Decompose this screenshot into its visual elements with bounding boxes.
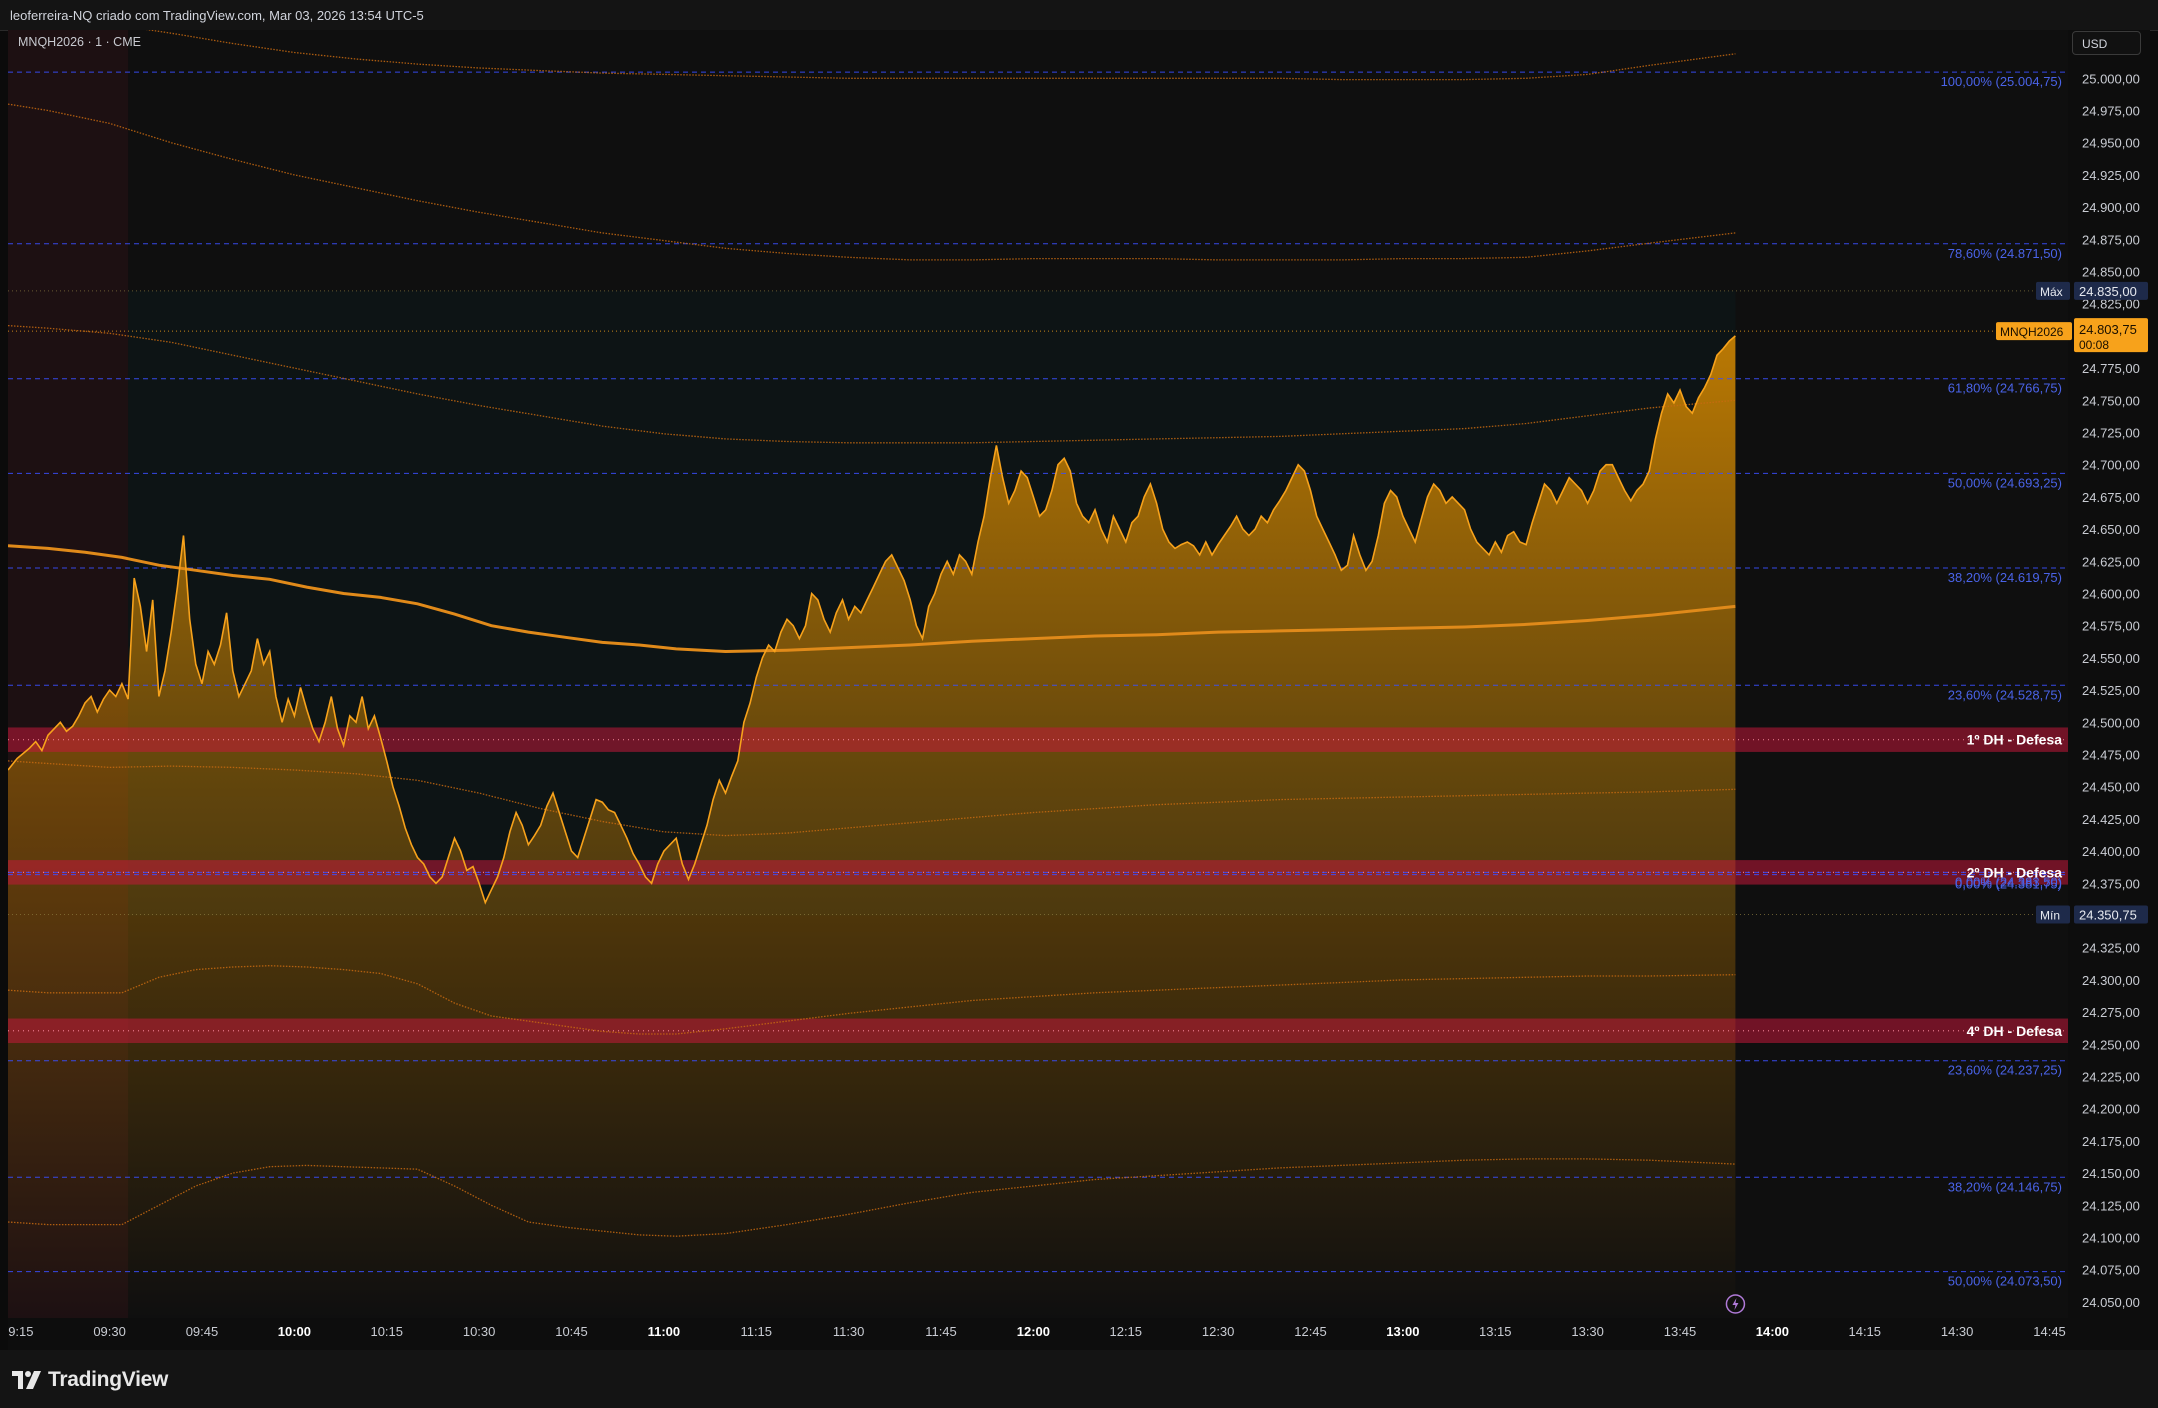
time-tick-label: 11:15 — [740, 1324, 772, 1339]
price-tick-label: 24.725,00 — [2082, 426, 2140, 441]
time-tick-label: 10:15 — [370, 1324, 403, 1339]
time-tick-label: 14:00 — [1756, 1324, 1789, 1339]
time-tick-label: 14:45 — [2033, 1324, 2066, 1339]
price-tick-label: 24.400,00 — [2082, 844, 2140, 859]
price-chart[interactable]: 100,00% (25.004,75) 78,60% (24.871,50) 61,… — [8, 30, 2150, 1350]
price-tick-label: 24.300,00 — [2082, 973, 2140, 988]
time-tick-label: 10:00 — [278, 1324, 311, 1339]
price-tick-label: 24.425,00 — [2082, 812, 2140, 827]
price-tick-label: 24.975,00 — [2082, 104, 2140, 119]
tradingview-logo-icon — [12, 1369, 42, 1391]
price-tick-label: 24.650,00 — [2082, 522, 2140, 537]
price-tick-label: 24.150,00 — [2082, 1166, 2140, 1181]
time-tick-label: 13:30 — [1571, 1324, 1604, 1339]
price-tick-label: 24.575,00 — [2082, 619, 2140, 634]
price-tick-label: 24.675,00 — [2082, 490, 2140, 505]
price-tick-label: 24.325,00 — [2082, 941, 2140, 956]
fib-level-label: 23,60% (24.528,75) — [1948, 687, 2062, 702]
price-tick-label: 24.100,00 — [2082, 1231, 2140, 1246]
price-tick-label: 24.525,00 — [2082, 683, 2140, 698]
chart-header: leoferreira-NQ criado com TradingView.co… — [0, 0, 2158, 31]
chart-area[interactable]: 100,00% (25.004,75) 78,60% (24.871,50) 61,… — [8, 30, 2150, 1350]
time-tick-label: 11:45 — [925, 1324, 957, 1339]
fib-level-label: 61,80% (24.766,75) — [1948, 381, 2062, 396]
price-tick-label: 24.475,00 — [2082, 748, 2140, 763]
price-tick-label: 24.600,00 — [2082, 587, 2140, 602]
tradingview-wordmark: TradingView — [48, 1368, 169, 1391]
fib-level-label: 38,20% (24.146,75) — [1948, 1179, 2062, 1194]
price-tick-label: 24.875,00 — [2082, 232, 2140, 247]
time-tick-label: 13:45 — [1664, 1324, 1697, 1339]
price-tick-label: 24.625,00 — [2082, 554, 2140, 569]
tradingview-logo[interactable]: TradingView — [12, 1368, 168, 1392]
price-tick-label: 24.450,00 — [2082, 780, 2140, 795]
price-tick-label: 24.550,00 — [2082, 651, 2140, 666]
marker-tag-label: Mín — [2040, 909, 2060, 923]
price-tick-label: 24.925,00 — [2082, 168, 2140, 183]
price-tick-label: 24.125,00 — [2082, 1198, 2140, 1213]
marker-price-value: 24.835,00 — [2079, 284, 2137, 299]
defense-zone-label: 2º DH - Defesa — [1967, 864, 2063, 880]
fib-level-label: 78,60% (24.871,50) — [1948, 246, 2062, 261]
time-tick-label: 12:45 — [1294, 1324, 1327, 1339]
defense-zone-label: 4º DH - Defesa — [1967, 1023, 2063, 1039]
currency-button[interactable]: USD — [2072, 31, 2141, 55]
time-tick-label: 13:00 — [1386, 1324, 1419, 1339]
symbol-price-tag-label: MNQH2026 — [2000, 325, 2064, 339]
price-tick-label: 24.175,00 — [2082, 1134, 2140, 1149]
price-tick-label: 24.075,00 — [2082, 1263, 2140, 1278]
time-tick-label: 09:45 — [186, 1324, 219, 1339]
time-tick-label: 14:15 — [1848, 1324, 1881, 1339]
price-tick-label: 24.700,00 — [2082, 458, 2140, 473]
time-tick-label: 11:30 — [833, 1324, 865, 1339]
price-tick-label: 24.775,00 — [2082, 361, 2140, 376]
time-tick-label: 14:30 — [1941, 1324, 1974, 1339]
price-tick-label: 24.950,00 — [2082, 136, 2140, 151]
snapshot-title: leoferreira-NQ criado com TradingView.co… — [10, 8, 424, 23]
price-tick-label: 24.375,00 — [2082, 876, 2140, 891]
time-tick-label: 12:15 — [1109, 1324, 1142, 1339]
price-tick-label: 24.200,00 — [2082, 1102, 2140, 1117]
price-tick-label: 24.500,00 — [2082, 715, 2140, 730]
marker-price-value: 24.350,75 — [2079, 908, 2137, 923]
price-tick-label: 24.250,00 — [2082, 1037, 2140, 1052]
time-tick-label: 09:30 — [93, 1324, 126, 1339]
price-tick-label: 24.225,00 — [2082, 1070, 2140, 1085]
fib-level-label: 100,00% (25.004,75) — [1941, 74, 2062, 89]
time-tick-label: 10:30 — [463, 1324, 496, 1339]
fib-level-label: 23,60% (24.237,25) — [1948, 1063, 2062, 1078]
fib-level-label: 50,00% (24.693,25) — [1948, 475, 2062, 490]
price-tick-label: 24.050,00 — [2082, 1295, 2140, 1310]
symbol-legend[interactable]: MNQH2026 · 1 · CME — [18, 35, 141, 49]
marker-tag-label: Máx — [2040, 285, 2063, 299]
price-tick-label: 24.850,00 — [2082, 265, 2140, 280]
fib-level-label: 38,20% (24.619,75) — [1948, 570, 2062, 585]
fib-level-label: 50,00% (24.073,50) — [1948, 1274, 2062, 1289]
defense-zone-label: 1º DH - Defesa — [1967, 732, 2063, 748]
time-tick-label: 12:00 — [1017, 1324, 1050, 1339]
price-tick-label: 24.750,00 — [2082, 393, 2140, 408]
time-tick-label: 09:15 — [8, 1324, 34, 1339]
time-tick-label: 11:00 — [648, 1324, 681, 1339]
time-tick-label: 13:15 — [1479, 1324, 1512, 1339]
price-tick-label: 24.900,00 — [2082, 200, 2140, 215]
price-tick-label: 25.000,00 — [2082, 71, 2140, 86]
time-tick-label: 10:45 — [555, 1324, 588, 1339]
price-tick-label: 24.275,00 — [2082, 1005, 2140, 1020]
bar-countdown: 00:08 — [2079, 338, 2109, 352]
footer: TradingView — [0, 1350, 2158, 1408]
last-price-value: 24.803,75 — [2079, 322, 2137, 337]
time-tick-label: 12:30 — [1202, 1324, 1235, 1339]
